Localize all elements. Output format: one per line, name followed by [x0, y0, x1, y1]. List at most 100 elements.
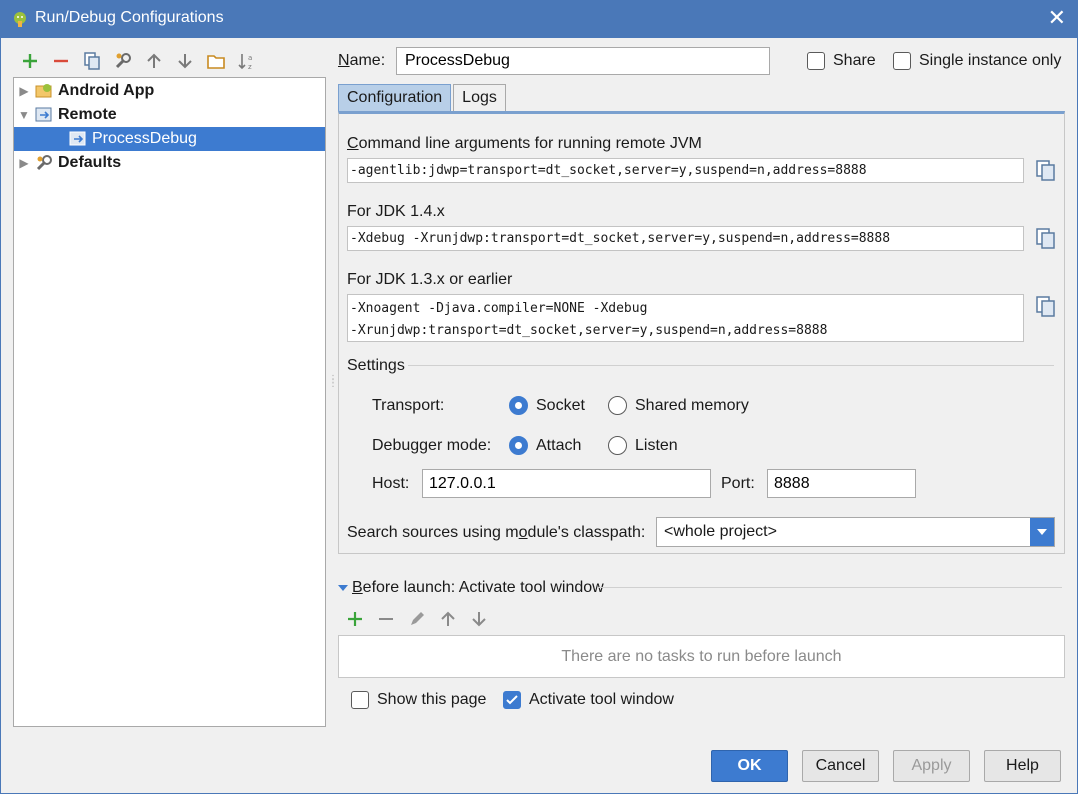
classpath-select[interactable]: <whole project>	[656, 517, 1055, 547]
add-icon[interactable]	[14, 48, 45, 74]
collapse-arrow-icon	[338, 585, 348, 591]
radio-label: Attach	[536, 436, 582, 454]
collapse-arrow-icon[interactable]: ▼	[14, 108, 34, 122]
checkbox-box[interactable]	[503, 691, 521, 709]
classpath-label: Search sources using module's classpath:	[347, 524, 646, 541]
mode-listen-radio[interactable]: Listen	[608, 436, 678, 455]
sort-az-icon[interactable]: az	[231, 48, 262, 74]
divider	[408, 365, 1054, 366]
tree-node-defaults[interactable]: ▶ Defaults	[14, 151, 325, 175]
checkbox-box[interactable]	[351, 691, 369, 709]
tab-logs[interactable]: Logs	[453, 84, 506, 112]
port-input[interactable]	[767, 469, 916, 498]
tab-configuration[interactable]: Configuration	[338, 84, 452, 112]
single-instance-checkbox[interactable]: Single instance only	[893, 52, 1061, 70]
wrench-icon[interactable]	[107, 48, 138, 74]
apply-button[interactable]: Apply	[893, 750, 970, 782]
transport-label: Transport:	[372, 397, 445, 414]
before-launch-task-list: There are no tasks to run before launch	[338, 635, 1065, 678]
add-icon[interactable]	[339, 606, 370, 632]
radio-dot[interactable]	[608, 396, 627, 415]
copy-icon[interactable]	[76, 48, 107, 74]
edit-icon[interactable]	[401, 606, 432, 632]
name-input[interactable]	[396, 47, 770, 75]
tab-bar: Configuration Logs	[338, 84, 508, 112]
transport-shared-memory-radio[interactable]: Shared memory	[608, 396, 749, 415]
splitter-handle[interactable]: ⋮⋮	[328, 375, 338, 394]
window-title: Run/Debug Configurations	[35, 9, 224, 26]
tree-node-processdebug[interactable]: ProcessDebug	[14, 127, 325, 151]
config-toolbar: az	[14, 48, 262, 74]
radio-dot[interactable]	[509, 436, 528, 455]
arrow-down-icon[interactable]	[463, 606, 494, 632]
show-page-label: Show this page	[377, 691, 487, 708]
settings-label: Settings	[347, 357, 405, 374]
transport-socket-radio[interactable]: Socket	[509, 396, 585, 415]
share-checkbox[interactable]: Share	[807, 52, 876, 70]
host-input[interactable]	[422, 469, 711, 498]
single-instance-label: Single instance only	[919, 52, 1062, 69]
jdk14-label: For JDK 1.4.x	[347, 203, 445, 220]
remove-icon[interactable]	[45, 48, 76, 74]
jvm-args-field[interactable]: -agentlib:jdwp=transport=dt_socket,serve…	[347, 158, 1024, 183]
tree-node-remote[interactable]: ▼ Remote	[14, 103, 325, 127]
radio-label: Socket	[536, 396, 585, 414]
divider	[598, 587, 1062, 588]
jdk13-line-1: -Xnoagent -Djava.compiler=NONE -Xdebug	[350, 301, 648, 316]
radio-label: Shared memory	[635, 396, 749, 414]
share-label: Share	[833, 52, 876, 69]
wrench-icon	[36, 155, 52, 171]
tree-label: Remote	[58, 106, 117, 123]
radio-label: Listen	[635, 436, 678, 454]
jdk13-args-field[interactable]: -Xnoagent -Djava.compiler=NONE -Xdebug -…	[347, 294, 1024, 342]
help-button[interactable]: Help	[984, 750, 1061, 782]
copy-icon[interactable]	[1034, 159, 1056, 181]
expand-arrow-icon[interactable]: ▶	[14, 84, 34, 98]
jdk13-line-2: -Xrunjdwp:transport=dt_socket,server=y,s…	[350, 323, 828, 338]
tree-label: Android App	[58, 82, 155, 99]
activate-window-checkbox[interactable]: Activate tool window	[503, 691, 674, 709]
show-page-checkbox[interactable]: Show this page	[351, 691, 486, 709]
activate-window-label: Activate tool window	[529, 691, 674, 708]
folder-icon[interactable]	[200, 48, 231, 74]
ok-button[interactable]: OK	[711, 750, 788, 782]
mode-attach-radio[interactable]: Attach	[509, 436, 581, 455]
name-label: Name:	[338, 52, 386, 69]
host-label: Host:	[372, 475, 410, 492]
copy-icon[interactable]	[1034, 227, 1056, 249]
tree-label: ProcessDebug	[92, 130, 197, 147]
svg-text:z: z	[248, 63, 252, 71]
cancel-button[interactable]: Cancel	[802, 750, 879, 782]
tree-node-android-app[interactable]: ▶ Android App	[14, 79, 325, 103]
arrow-up-icon[interactable]	[138, 48, 169, 74]
port-label: Port:	[721, 475, 755, 492]
checkbox-box[interactable]	[807, 52, 825, 70]
debugger-mode-label: Debugger mode:	[372, 437, 492, 454]
before-launch-header[interactable]: Before launch: Activate tool window	[338, 579, 604, 597]
radio-dot[interactable]	[608, 436, 627, 455]
before-launch-toolbar	[339, 606, 494, 632]
classpath-value: <whole project>	[664, 523, 777, 540]
config-tree: ▶ Android App ▼ Remote ProcessDebug ▶ De…	[13, 77, 326, 727]
checkmark-icon	[506, 695, 518, 705]
arrow-up-icon[interactable]	[432, 606, 463, 632]
jdk14-args-field[interactable]: -Xdebug -Xrunjdwp:transport=dt_socket,se…	[347, 226, 1024, 251]
close-icon[interactable]: ✕	[1048, 6, 1066, 30]
jdk13-label: For JDK 1.3.x or earlier	[347, 271, 513, 288]
copy-icon[interactable]	[1034, 295, 1056, 317]
radio-dot[interactable]	[509, 396, 528, 415]
checkbox-box[interactable]	[893, 52, 911, 70]
remote-config-icon	[69, 131, 86, 146]
android-app-icon	[35, 84, 52, 98]
jvm-args-label: Command line arguments for running remot…	[347, 135, 702, 152]
chevron-down-icon[interactable]	[1030, 518, 1054, 546]
arrow-down-icon[interactable]	[169, 48, 200, 74]
tree-label: Defaults	[58, 154, 122, 171]
title-bar: Run/Debug Configurations ✕	[0, 0, 1078, 38]
empty-tasks-text: There are no tasks to run before launch	[561, 647, 842, 665]
expand-arrow-icon[interactable]: ▶	[14, 156, 34, 170]
android-icon	[14, 12, 26, 27]
remote-icon	[35, 107, 52, 122]
svg-text:a: a	[248, 54, 252, 62]
remove-icon[interactable]	[370, 606, 401, 632]
